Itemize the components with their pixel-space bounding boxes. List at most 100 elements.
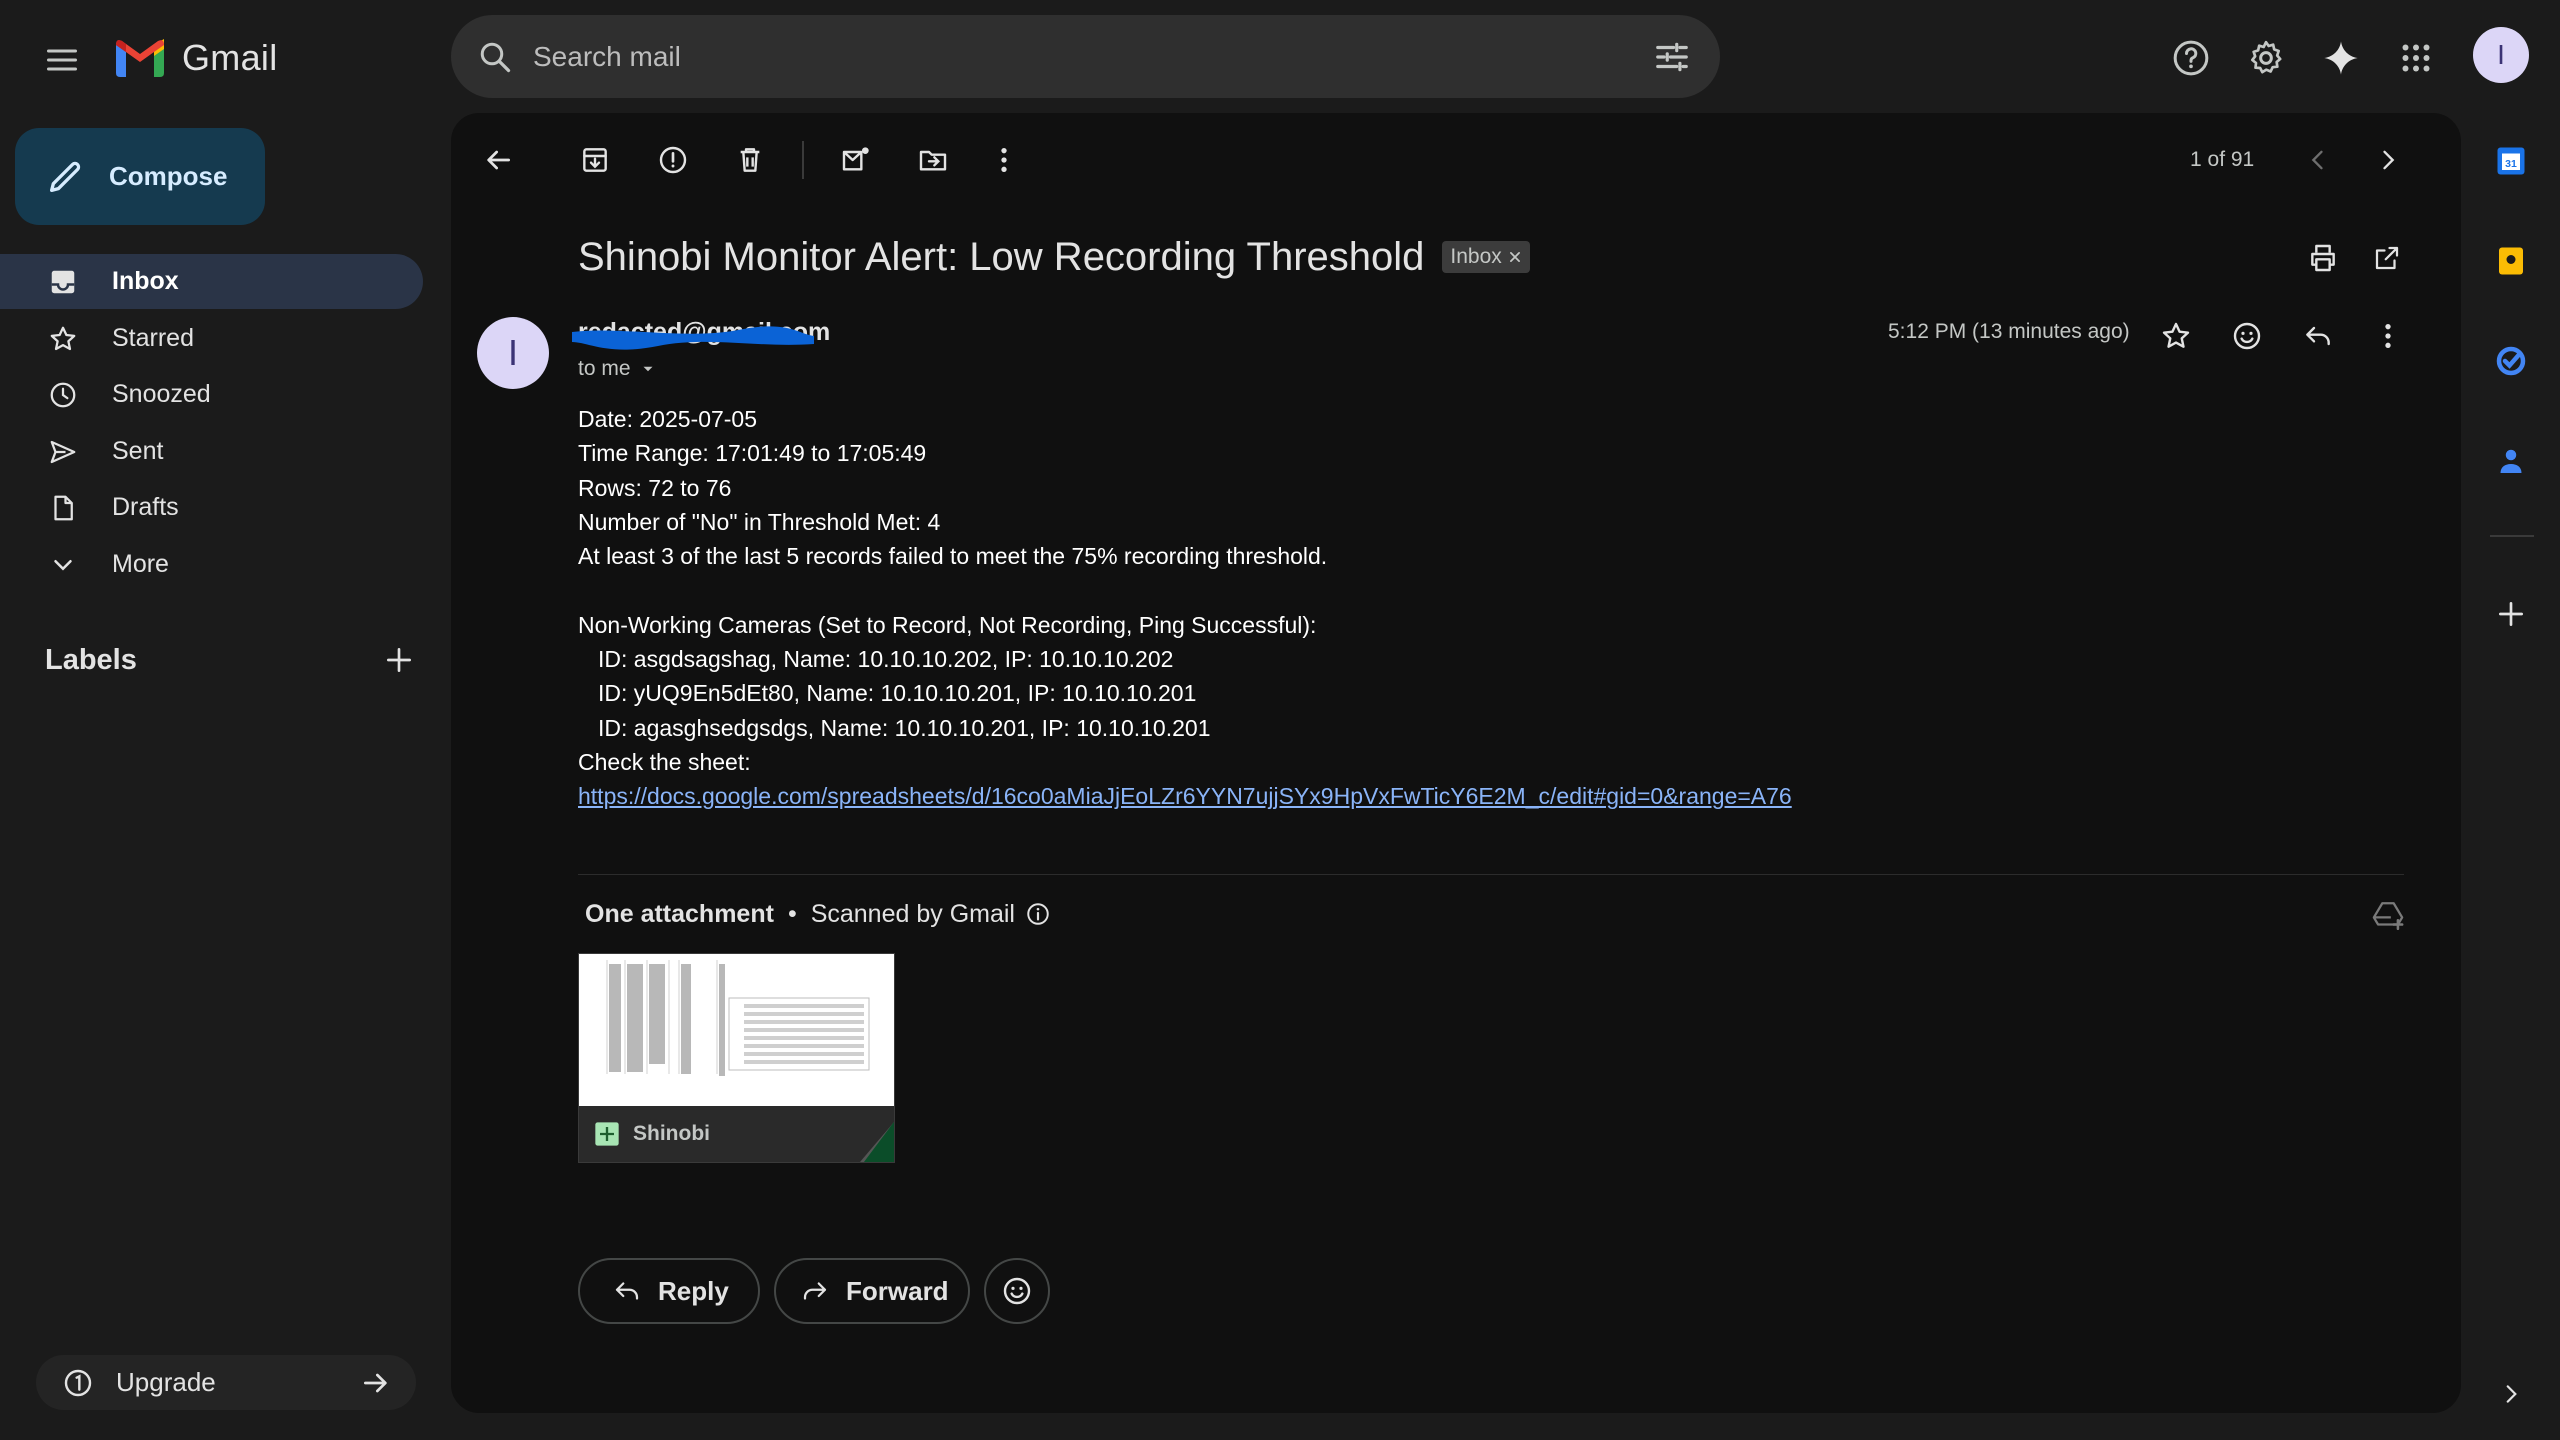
more-options-button[interactable]: [978, 134, 1030, 186]
search-bar[interactable]: [451, 15, 1720, 98]
recipients-text: to me: [578, 357, 631, 380]
emoji-icon: [2233, 322, 2261, 350]
move-to-button[interactable]: [907, 134, 959, 186]
archive-button[interactable]: [569, 134, 621, 186]
nav-label-starred: Starred: [112, 324, 194, 352]
nav-label-more: More: [112, 550, 169, 578]
gmail-logo[interactable]: Gmail: [112, 34, 278, 82]
close-icon[interactable]: [1508, 250, 1522, 264]
star-outline-icon: [2162, 322, 2190, 348]
report-spam-button[interactable]: [647, 134, 699, 186]
main-menu-button[interactable]: [36, 34, 88, 86]
print-icon: [2311, 244, 2335, 272]
open-new-window-button[interactable]: [2361, 232, 2413, 284]
contacts-app-button[interactable]: [2485, 435, 2537, 487]
show-side-panel-button[interactable]: [2485, 1368, 2537, 1420]
forward-pill-button[interactable]: Forward: [774, 1258, 970, 1324]
forward-icon: [803, 1282, 827, 1300]
folder-move-icon: [919, 150, 947, 171]
alert-icon: [659, 146, 687, 174]
search-input[interactable]: [533, 40, 1650, 73]
nav-item-sent[interactable]: Sent: [0, 424, 423, 479]
newer-button[interactable]: [2292, 134, 2344, 186]
body-line: Check the sheet:: [578, 748, 751, 775]
arrow-left-icon: [487, 150, 510, 170]
sender-avatar[interactable]: I: [477, 317, 549, 389]
pagination-count: 1 of 91: [2190, 148, 2255, 171]
recipients-toggle[interactable]: to me: [578, 357, 657, 381]
nav-item-inbox[interactable]: Inbox: [0, 254, 423, 309]
body-camera-line: ID: agasghsedgsdgs, Name: 10.10.10.201, …: [598, 714, 1211, 741]
chevron-right-icon: [2506, 1385, 2517, 1403]
body-blank-line: [578, 573, 1792, 607]
star-button[interactable]: [2150, 310, 2202, 362]
attachment-count: One attachment: [585, 899, 774, 928]
tasks-icon: [2496, 346, 2526, 376]
settings-button[interactable]: [2240, 32, 2292, 84]
print-all-button[interactable]: [2297, 232, 2349, 284]
reply-pill-button[interactable]: Reply: [578, 1258, 760, 1324]
svg-text:31: 31: [2505, 158, 2517, 170]
forward-label: Forward: [846, 1275, 949, 1306]
sheet-link[interactable]: https://docs.google.com/spreadsheets/d/1…: [578, 783, 1792, 809]
apps-grid-icon: [2402, 44, 2430, 72]
upgrade-label: Upgrade: [116, 1367, 216, 1397]
chevron-right-icon: [2383, 150, 2395, 170]
compose-button[interactable]: Compose: [15, 128, 265, 225]
tasks-app-button[interactable]: [2485, 335, 2537, 387]
info-icon[interactable]: [1025, 901, 1051, 927]
archive-icon: [583, 148, 607, 172]
sheets-file-icon: [593, 1120, 621, 1148]
support-button[interactable]: [2165, 32, 2217, 84]
label-badge-inbox[interactable]: Inbox: [1442, 241, 1530, 273]
labels-heading: Labels: [45, 643, 137, 676]
search-options-icon[interactable]: [1650, 35, 1694, 79]
message-body: Date: 2025-07-05 Time Range: 17:01:49 to…: [578, 402, 1792, 814]
corner-fold: [860, 1122, 894, 1162]
google-apps-button[interactable]: [2390, 32, 2442, 84]
reply-button[interactable]: [2292, 310, 2344, 362]
message-more-button[interactable]: [2362, 310, 2414, 362]
nav-item-snoozed[interactable]: Snoozed: [0, 367, 423, 422]
upgrade-info-icon: [62, 1367, 94, 1399]
nav-label-drafts: Drafts: [112, 493, 179, 521]
app-name: Gmail: [182, 37, 278, 78]
emoji-reaction-button[interactable]: [984, 1258, 1050, 1324]
attachment-card[interactable]: Shinobi: [578, 953, 895, 1163]
older-button[interactable]: [2362, 134, 2414, 186]
attachment-header: One attachment • Scanned by Gmail: [585, 896, 1051, 932]
hamburger-icon: [47, 49, 77, 71]
more-vert-icon: [2385, 324, 2391, 348]
get-addons-button[interactable]: [2485, 588, 2537, 640]
contacts-icon: [2500, 449, 2522, 473]
sparkle-icon: [2324, 41, 2358, 75]
draft-icon: [46, 491, 80, 525]
back-button[interactable]: [472, 134, 524, 186]
send-icon: [46, 435, 80, 469]
plus-icon: [2499, 602, 2523, 626]
separator-dot: •: [787, 899, 797, 928]
open-in-new-icon: [2375, 246, 2399, 270]
nav-label-inbox: Inbox: [112, 267, 179, 295]
nav-item-drafts[interactable]: Drafts: [0, 480, 423, 535]
calendar-app-button[interactable]: 31: [2485, 135, 2537, 187]
reply-icon: [2306, 326, 2330, 346]
gmail-m-icon: [116, 39, 164, 77]
subject-row: Shinobi Monitor Alert: Low Recording Thr…: [578, 229, 1530, 285]
chevron-left-icon: [2311, 150, 2323, 170]
attachment-thumbnail: [579, 954, 894, 1106]
search-icon[interactable]: [475, 37, 515, 77]
upgrade-button[interactable]: Upgrade: [36, 1355, 416, 1410]
nav-item-starred[interactable]: Starred: [0, 311, 423, 366]
delete-button[interactable]: [724, 134, 776, 186]
chevron-down-icon: [46, 548, 80, 582]
mark-unread-button[interactable]: [830, 134, 882, 186]
keep-app-button[interactable]: [2485, 235, 2537, 287]
gemini-button[interactable]: [2315, 32, 2367, 84]
attachment-filename: Shinobi: [633, 1122, 710, 1145]
account-avatar[interactable]: I: [2473, 27, 2529, 83]
add-reaction-button[interactable]: [2221, 310, 2273, 362]
add-to-drive-button[interactable]: [2366, 894, 2410, 938]
nav-item-more[interactable]: More: [0, 537, 423, 592]
add-label-icon[interactable]: [383, 644, 415, 676]
